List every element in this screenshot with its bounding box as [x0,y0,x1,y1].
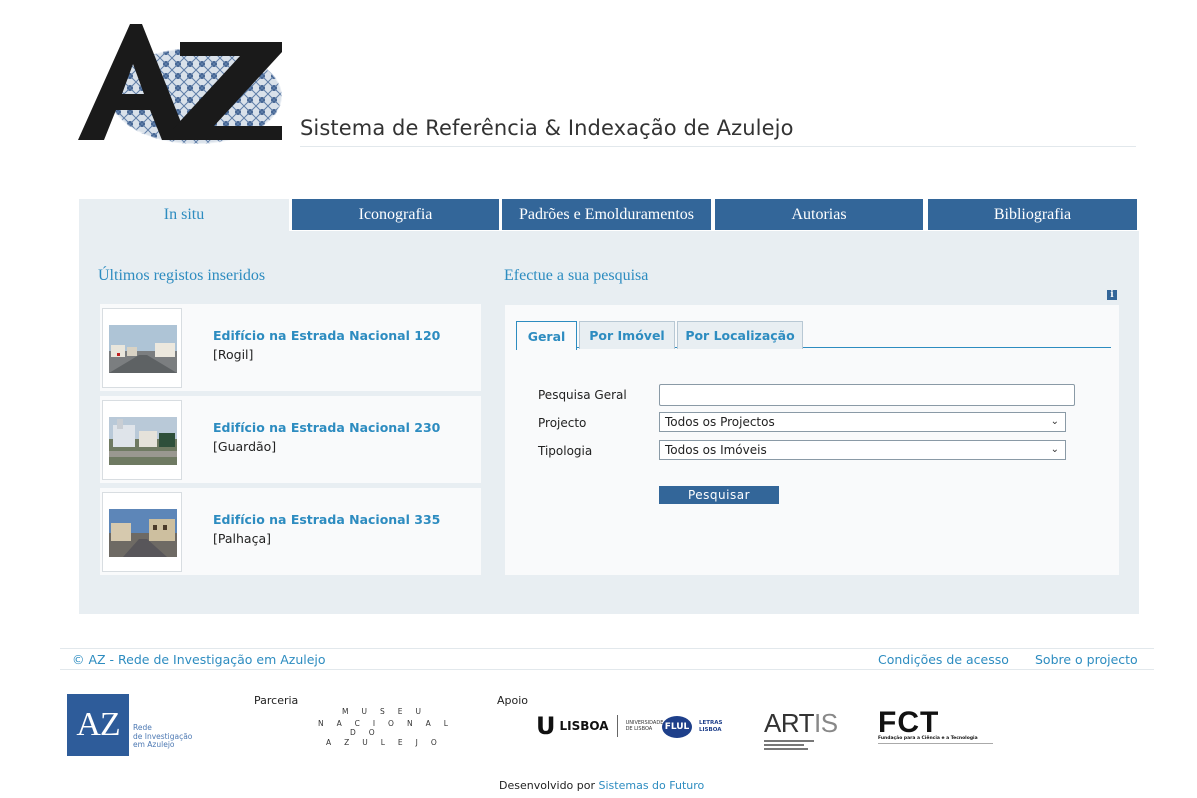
tab-iconografia[interactable]: Iconografia [292,199,499,230]
building-photo-icon [109,417,177,465]
footer-bar: © AZ - Rede de Investigação em Azulejo C… [60,648,1154,670]
main-panel: Últimos registos inseridos Efectue a sua… [79,231,1139,614]
az-network-logo[interactable]: AZ [67,694,129,756]
developed-by: Desenvolvido por Sistemas do Futuro [499,779,705,792]
record-item[interactable]: Edifício na Estrada Nacional 120 [Rogil] [100,304,481,391]
az-network-caption: Rede de Investigação em Azulejo [133,723,193,749]
developer-link[interactable]: Sistemas do Futuro [599,779,705,792]
building-photo-icon [109,325,177,373]
project-select-value: Todos os Projectos [665,415,775,429]
support-label: Apoio [497,694,529,707]
tab-padroes-emolduramentos[interactable]: Padrões e Emolduramentos [502,199,711,230]
search-button[interactable]: Pesquisar [659,486,779,504]
project-label: Projecto [538,416,587,430]
tab-autorias[interactable]: Autorias [715,199,923,230]
chevron-down-icon: ⌄ [1050,416,1059,427]
site-title: Sistema de Referência & Indexação de Azu… [300,116,794,140]
copyright-text: © AZ - Rede de Investigação em Azulejo [72,652,326,667]
tab-in-situ[interactable]: In situ [79,199,289,231]
info-icon[interactable]: i [1107,290,1117,300]
tab-bibliografia[interactable]: Bibliografia [928,199,1137,230]
record-location: [Palhaça] [213,531,271,546]
search-tab-por-imovel[interactable]: Por Imóvel [579,321,675,349]
record-thumbnail[interactable] [102,400,182,480]
ulisboa-logo[interactable]: U LISBOA UNIVERSIDADE DE LISBOA [536,712,663,740]
title-divider [300,146,1136,147]
search-tab-por-localizacao[interactable]: Por Localização [677,321,803,349]
about-project-link[interactable]: Sobre o projecto [1035,652,1138,667]
search-tab-geral[interactable]: Geral [516,321,577,350]
artis-caption [764,740,814,750]
general-search-label: Pesquisa Geral [538,388,627,402]
record-title[interactable]: Edifício na Estrada Nacional 335 [213,512,440,527]
record-title[interactable]: Edifício na Estrada Nacional 230 [213,420,440,435]
project-select[interactable]: Todos os Projectos ⌄ [659,412,1066,432]
typology-label: Tipologia [538,444,593,458]
fct-caption: Fundação para a Ciência e a Tecnologia [878,736,978,741]
partnership-label: Parceria [254,694,299,707]
museu-logo-line: NACIONAL [318,719,461,728]
record-title[interactable]: Edifício na Estrada Nacional 120 [213,328,440,343]
record-thumbnail[interactable] [102,308,182,388]
typology-select[interactable]: Todos os Imóveis ⌄ [659,440,1066,460]
fct-divider [878,743,993,744]
main-nav-tabs: In situ Iconografia Padrões e Emoldurame… [79,199,1137,231]
museu-logo-line: DO [350,728,388,737]
recent-records-title: Últimos registos inseridos [98,267,266,284]
building-photo-icon [109,509,177,557]
flul-logo[interactable]: FLUL [662,716,692,738]
search-panel: Geral Por Imóvel Por Localização Pesquis… [505,305,1119,575]
access-conditions-link[interactable]: Condições de acesso [878,652,1009,667]
record-location: [Rogil] [213,347,254,362]
museu-logo-line: MUSEU [342,707,434,716]
typology-select-value: Todos os Imóveis [665,443,767,457]
museu-logo-line: AZULEJO [326,738,450,747]
az-logo-icon[interactable] [76,22,288,146]
fct-logo[interactable]: FCT [878,706,939,740]
record-thumbnail[interactable] [102,492,182,572]
flul-caption: LETRAS LISBOA [699,720,723,733]
artis-logo[interactable]: ARTIS [764,708,838,739]
record-item[interactable]: Edifício na Estrada Nacional 335 [Palhaç… [100,488,481,575]
general-search-input[interactable] [659,384,1075,406]
record-item[interactable]: Edifício na Estrada Nacional 230 [Guardã… [100,396,481,483]
search-title: Efectue a sua pesquisa [504,267,649,284]
search-tabs: Geral Por Imóvel Por Localização [516,318,1111,350]
record-location: [Guardão] [213,439,277,454]
chevron-down-icon: ⌄ [1050,444,1059,455]
